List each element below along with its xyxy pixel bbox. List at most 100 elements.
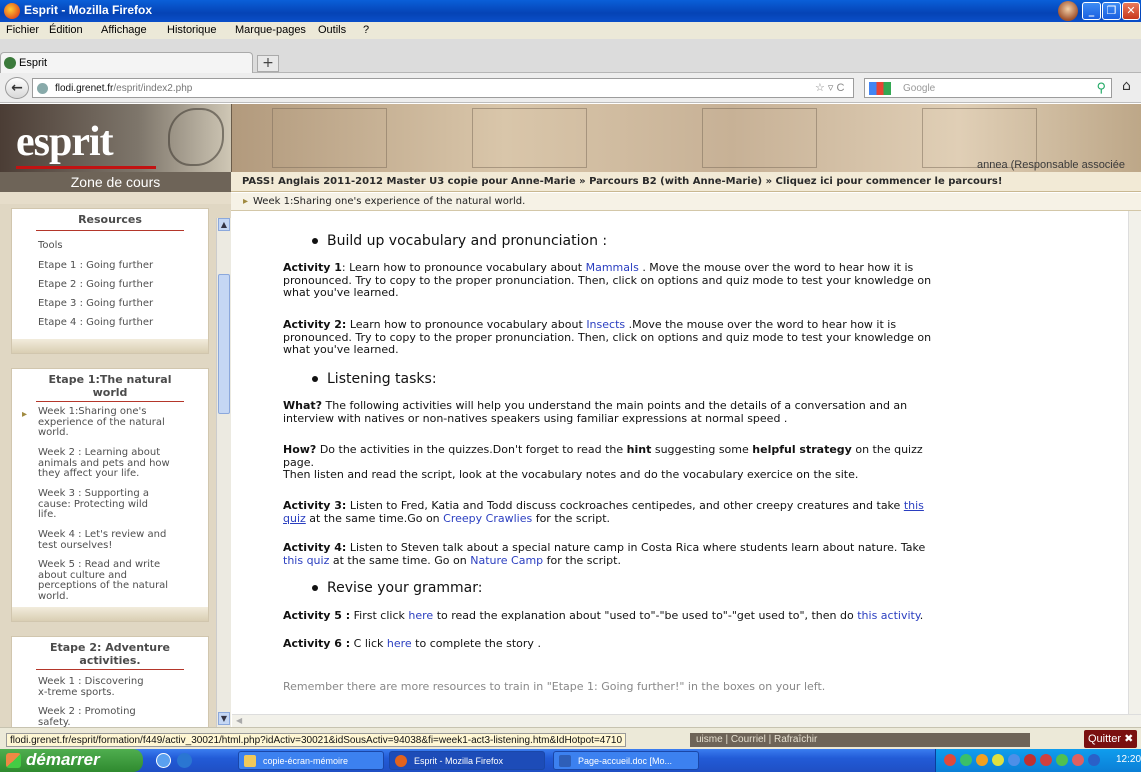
word-icon: [559, 755, 571, 767]
status-bar: uisme | Courriel | Rafraîchir flodi.gren…: [0, 727, 1141, 749]
site-icon: [4, 57, 16, 69]
sidebar-item-etape2-further[interactable]: Etape 2 : Going further: [38, 279, 153, 291]
sidebar-item-etape3-further[interactable]: Etape 3 : Going further: [38, 298, 153, 310]
scroll-thumb[interactable]: [218, 274, 230, 414]
firefox-icon: [395, 755, 407, 767]
sidebar-item-etape4-further[interactable]: Etape 4 : Going further: [38, 317, 153, 329]
menu-marque-pages[interactable]: Marque-pages: [235, 24, 306, 36]
sketch-illustration: [168, 108, 224, 166]
avatar: [1058, 1, 1078, 21]
tray-icon[interactable]: [1072, 754, 1084, 766]
firefox-icon: [4, 3, 20, 19]
main-content: Build up vocabulary and pronunciation : …: [232, 211, 1141, 714]
this-activity-link[interactable]: this activity: [857, 609, 920, 622]
system-tray: 12:20: [935, 749, 1141, 772]
here-link[interactable]: here: [408, 609, 433, 622]
sidebar-item-etape1-further[interactable]: Etape 1 : Going further: [38, 260, 153, 272]
tab-esprit[interactable]: Esprit: [0, 52, 253, 73]
what-paragraph: What? The following activities will help…: [283, 399, 908, 425]
bullet-icon: [312, 238, 318, 244]
tray-icon[interactable]: [1040, 754, 1052, 766]
maximize-button[interactable]: ❐: [1102, 2, 1121, 20]
tab-bar: Esprit +: [0, 39, 1141, 73]
scroll-down-icon[interactable]: ▼: [218, 712, 230, 725]
week-title: Week 1:Sharing one's experience of the n…: [253, 196, 526, 207]
sidebar-spacer: [0, 192, 231, 204]
google-icon: [869, 82, 891, 95]
etape2-box: Etape 2: Adventure activities. Week 1 : D…: [11, 636, 209, 727]
sidebar-item-etape2-week2[interactable]: Week 2 : Promoting safety.: [38, 706, 136, 727]
start-button[interactable]: démarrer: [0, 749, 143, 772]
sidebar-item-tools[interactable]: Tools: [38, 240, 63, 252]
breadcrumb[interactable]: PASS! Anglais 2011-2012 Master U3 copie …: [231, 172, 1141, 192]
logo-underline: [16, 166, 156, 169]
sidebar-scrollbar[interactable]: ▲ ▼: [216, 218, 231, 727]
home-icon[interactable]: ⌂: [1122, 78, 1131, 94]
insects-link[interactable]: Insects: [586, 318, 625, 331]
taskbar: démarrer copie-écran-mémoire Esprit - Mo…: [0, 749, 1141, 772]
menu-historique[interactable]: Historique: [167, 24, 217, 36]
url-bar[interactable]: flodi.grenet.fr/esprit/index2.php ☆ ▿ C: [32, 78, 854, 98]
menu-edition[interactable]: Édition: [49, 24, 83, 36]
status-url: flodi.grenet.fr/esprit/formation/f449/ac…: [6, 733, 627, 747]
resources-title: Resources: [78, 213, 142, 226]
sidebar-item-week4[interactable]: Week 4 : Let's review and test ourselves!: [38, 529, 166, 551]
divider: [36, 669, 184, 670]
scroll-up-icon[interactable]: ▲: [218, 218, 230, 231]
scroll-left-icon[interactable]: ◀: [236, 716, 242, 725]
activity-1: Activity 1: Learn how to pronounce vocab…: [283, 261, 932, 299]
quit-button[interactable]: Quitter ✖: [1084, 730, 1138, 748]
tray-icon[interactable]: [976, 754, 988, 766]
title-bar: Esprit - Mozilla Firefox _ ❐ ✕: [0, 0, 1141, 22]
task-word-doc[interactable]: Page-accueil.doc [Mo...: [553, 751, 699, 770]
bullet-icon: [312, 585, 318, 591]
horizontal-scrollbar[interactable]: ◀: [232, 714, 1141, 727]
tray-icon[interactable]: [960, 754, 972, 766]
search-placeholder: Google: [903, 83, 936, 94]
task-firefox[interactable]: Esprit - Mozilla Firefox: [389, 751, 545, 770]
this-quiz-link[interactable]: this: [904, 499, 924, 512]
menu-help[interactable]: ?: [363, 24, 369, 36]
etape1-box: Etape 1:The natural world ▸ Week 1:Sharin…: [11, 368, 209, 622]
arrow-icon: ▸: [243, 196, 249, 207]
mammals-link[interactable]: Mammals: [586, 261, 639, 274]
back-button[interactable]: ←: [5, 77, 29, 99]
menu-outils[interactable]: Outils: [318, 24, 346, 36]
url-text: flodi.grenet.fr/esprit/index2.php: [55, 83, 193, 94]
sidebar-item-etape2-week1[interactable]: Week 1 : Discovering x-treme sports.: [38, 676, 144, 698]
creepy-crawlies-link[interactable]: Creepy Crawlies: [443, 512, 532, 525]
sidebar-item-week3[interactable]: Week 3 : Supporting a cause: Protecting w…: [38, 488, 149, 521]
search-icon[interactable]: ⚲: [1096, 80, 1106, 96]
tray-icon[interactable]: [944, 754, 956, 766]
sidebar-item-week1[interactable]: Week 1:Sharing one's experience of the na…: [38, 406, 165, 439]
menu-affichage[interactable]: Affichage: [101, 24, 147, 36]
footer-links[interactable]: uisme | Courriel | Rafraîchir: [690, 733, 1030, 747]
tray-icon[interactable]: [992, 754, 1004, 766]
this-quiz-link[interactable]: this quiz: [283, 554, 329, 567]
search-bar[interactable]: Google ⚲: [864, 78, 1112, 98]
tray-icon[interactable]: [1024, 754, 1036, 766]
tray-icon[interactable]: [1088, 754, 1100, 766]
remember-note: Remember there are more resources to tra…: [283, 680, 826, 693]
menu-fichier[interactable]: Fichier: [6, 24, 39, 36]
resources-box: Resources Tools Etape 1 : Going further …: [11, 208, 209, 354]
ie-icon[interactable]: [177, 753, 192, 768]
sidebar-item-week2[interactable]: Week 2 : Learning about animals and pets …: [38, 447, 170, 480]
minimize-button[interactable]: _: [1082, 2, 1101, 20]
sidebar-item-week5[interactable]: Week 5 : Read and write about culture and…: [38, 559, 168, 602]
quicklaunch-icon[interactable]: [156, 753, 171, 768]
content-scrollbar[interactable]: [1128, 211, 1141, 714]
here-link[interactable]: here: [387, 637, 412, 650]
task-copie-ecran[interactable]: copie-écran-mémoire: [238, 751, 384, 770]
tray-icon[interactable]: [1056, 754, 1068, 766]
nature-camp-link[interactable]: Nature Camp: [470, 554, 543, 567]
activity-4: Activity 4: Listen to Steven talk about …: [283, 541, 926, 567]
esprit-logo: esprit: [16, 119, 114, 165]
new-tab-button[interactable]: +: [257, 55, 279, 72]
bookmark-star-icon[interactable]: ☆ ▿ C: [815, 81, 844, 94]
heading-listening: Listening tasks:: [312, 371, 437, 387]
tray-icon[interactable]: [1008, 754, 1020, 766]
this-quiz-link[interactable]: quiz: [283, 512, 306, 525]
sidebar: Resources Tools Etape 1 : Going further …: [0, 204, 231, 727]
close-button[interactable]: ✕: [1122, 2, 1140, 20]
